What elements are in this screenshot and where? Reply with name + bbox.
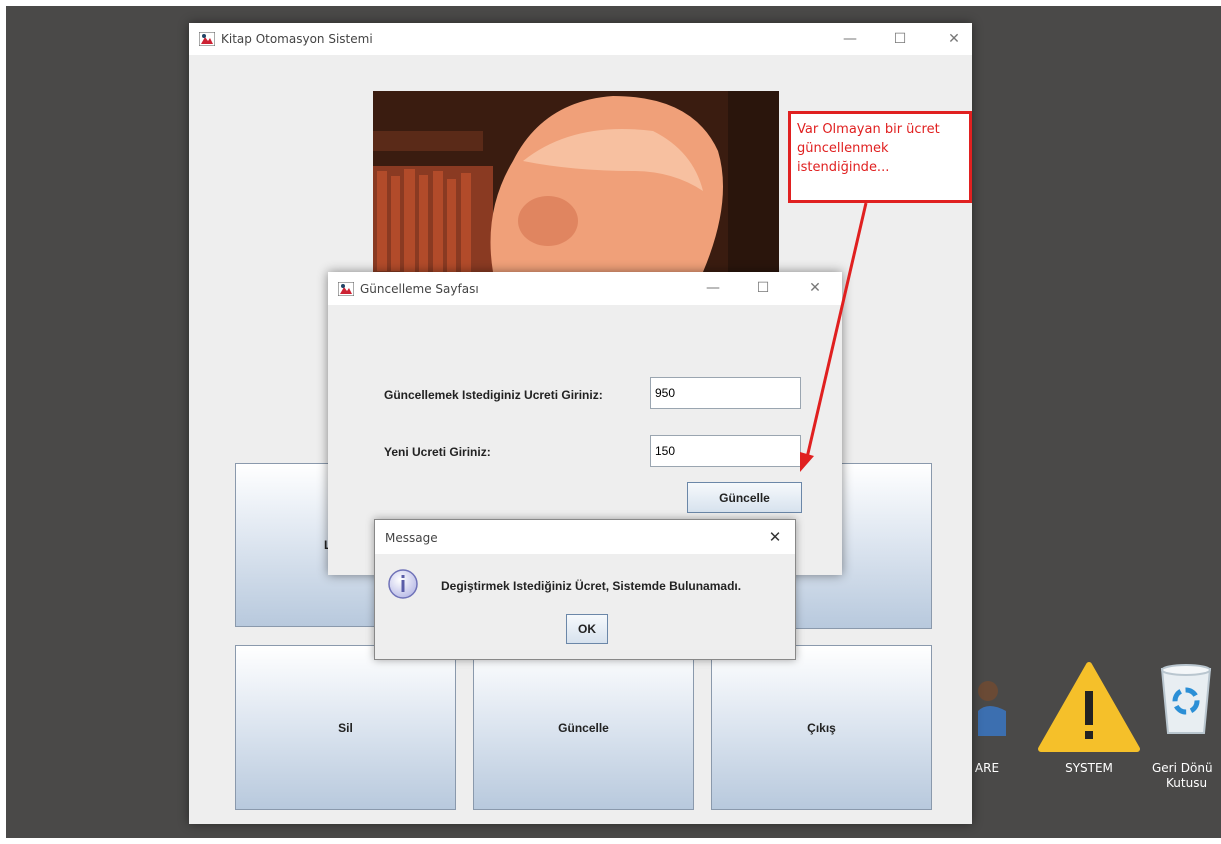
annotation-arrow bbox=[800, 202, 868, 472]
